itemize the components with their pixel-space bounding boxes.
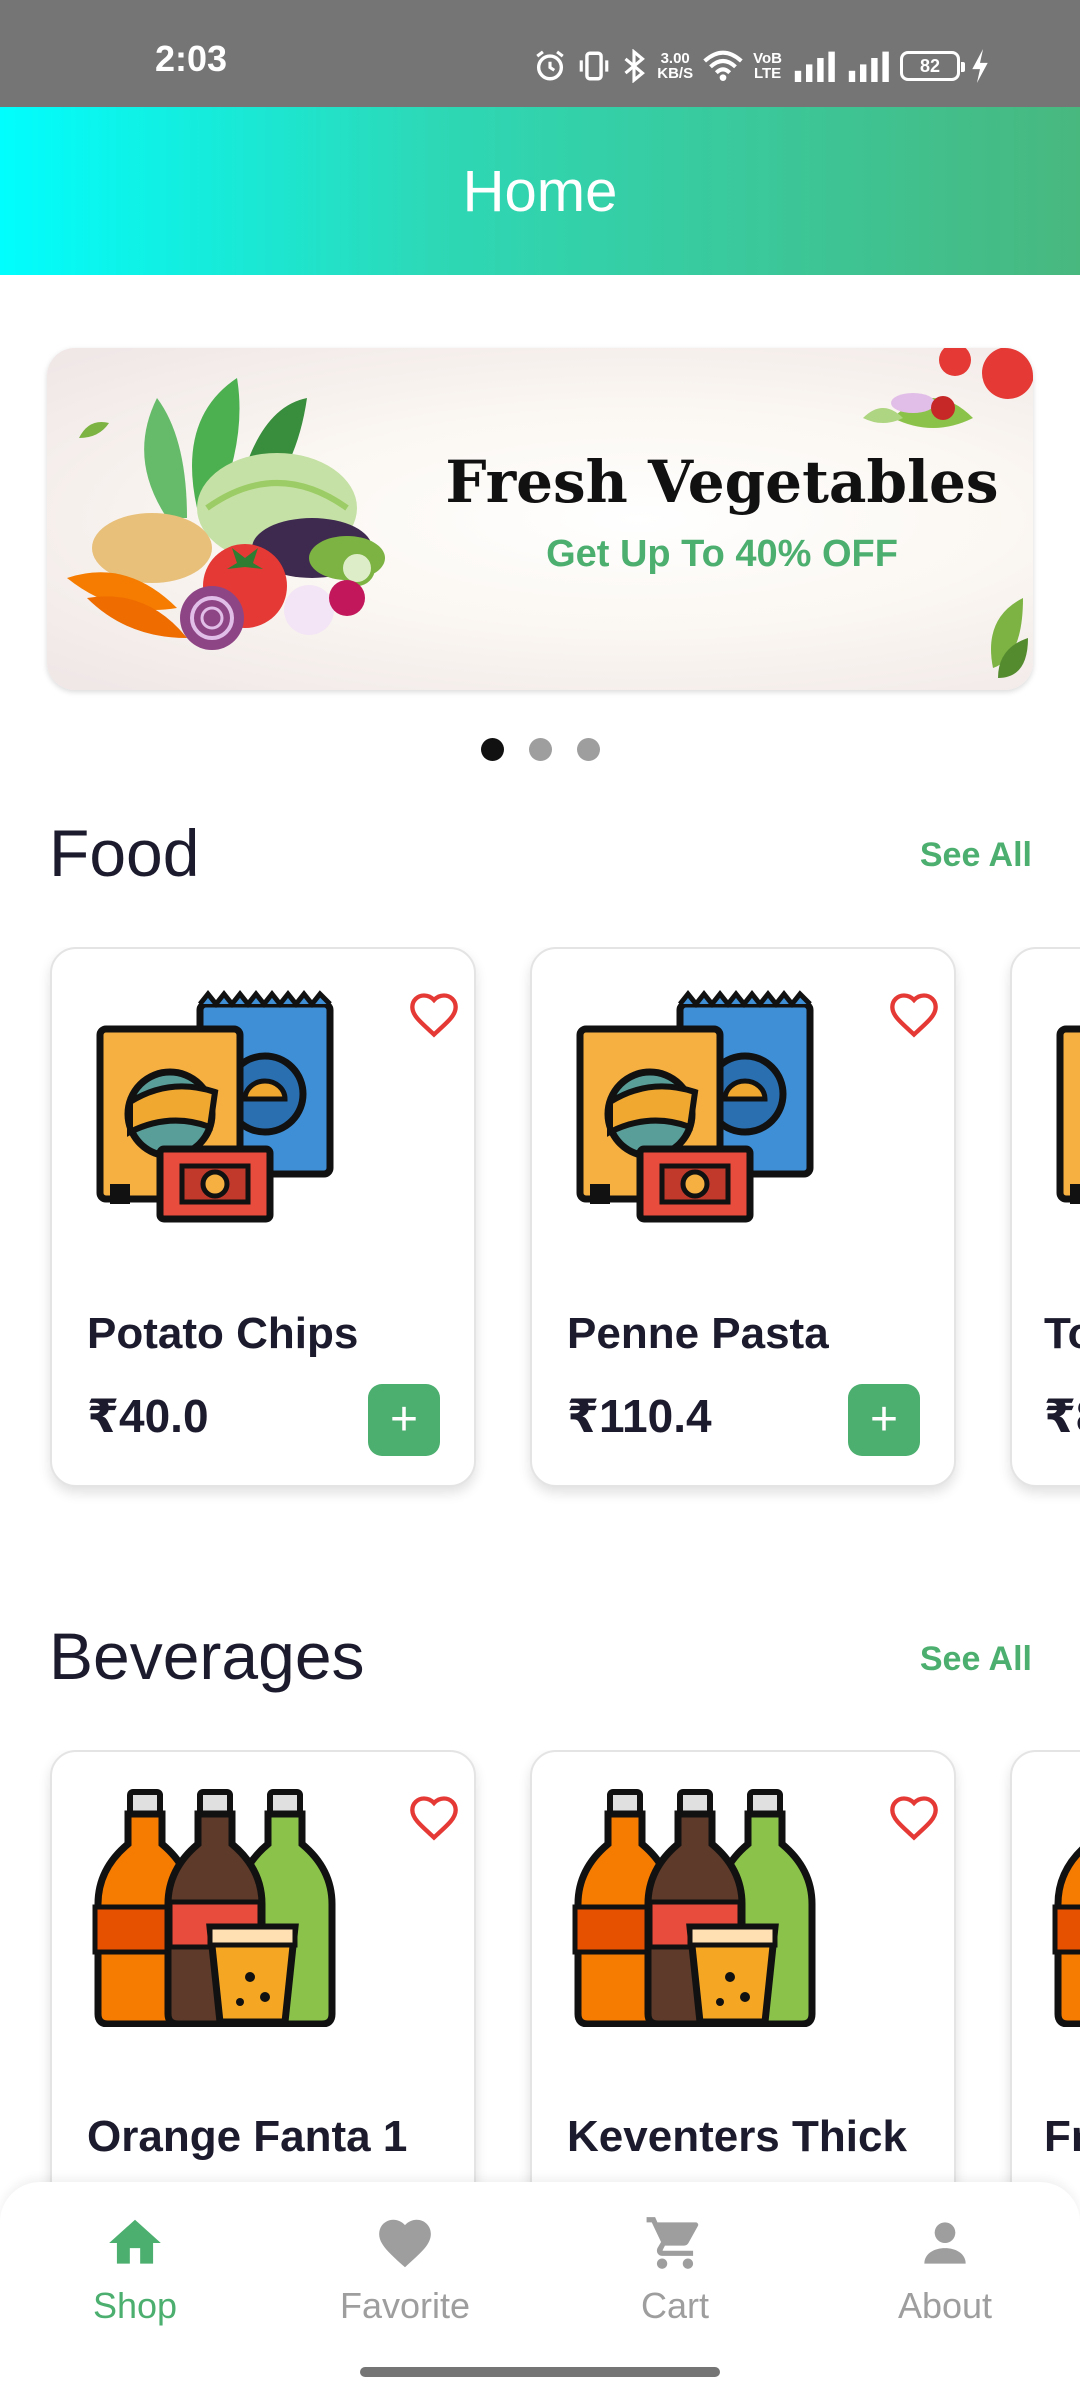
nav-item-shop[interactable]: Shop [35, 2212, 235, 2327]
add-to-cart-button[interactable]: + [368, 1384, 440, 1456]
section-title-food: Food [49, 816, 200, 890]
nav-item-cart[interactable]: Cart [575, 2212, 775, 2327]
nav-label: Favorite [339, 2285, 471, 2326]
plus-icon: + [389, 1393, 419, 1446]
volte-bottom: LTE [753, 65, 782, 82]
alarm-icon [533, 49, 567, 83]
cart-icon [644, 2212, 706, 2279]
see-all-beverages-link[interactable]: See All [920, 1640, 1032, 1679]
chips-icon [90, 984, 350, 1224]
charging-icon [970, 49, 990, 83]
product-name: Penne Pasta [567, 1309, 829, 1358]
bottles-icon [570, 1787, 830, 2027]
product-card[interactable]: Potato Chips ₹40.0 + [50, 947, 476, 1487]
nav-item-favorite[interactable]: Favorite [305, 2212, 505, 2327]
vibrate-icon [577, 49, 611, 83]
product-price: ₹110.4 [567, 1390, 712, 1442]
add-to-cart-button[interactable]: + [848, 1384, 920, 1456]
product-price: ₹8 [1044, 1390, 1080, 1442]
app-header: Home [0, 107, 1080, 275]
product-card[interactable]: Penne Pasta ₹110.4 + [530, 947, 956, 1487]
product-name: Keventers Thick [567, 2112, 907, 2161]
carousel-dot[interactable] [480, 738, 504, 761]
carousel-indicator[interactable] [0, 738, 1080, 761]
chips-icon [570, 984, 830, 1224]
nav-label: Shop [92, 2285, 178, 2326]
carousel-dot[interactable] [576, 738, 600, 761]
favorite-heart-icon[interactable] [406, 1792, 462, 1844]
wifi-icon [703, 49, 743, 83]
product-card[interactable]: To ₹8 [1010, 947, 1080, 1487]
home-icon [104, 2212, 166, 2279]
product-price: ₹40.0 [87, 1390, 209, 1442]
person-icon [914, 2212, 976, 2279]
vegetables-illustration [67, 378, 385, 650]
product-name: To [1044, 1309, 1080, 1358]
home-indicator[interactable] [360, 2367, 720, 2377]
signal-icon [792, 50, 836, 82]
status-bar: 2:03 3.00 KB/S VoB LTE 82 [0, 0, 1080, 107]
nav-item-about[interactable]: About [845, 2212, 1045, 2327]
banner-subtitle: Get Up To 40% OFF [546, 533, 898, 575]
banner-title: Fresh Vegetables [445, 448, 999, 516]
chips-icon [1050, 984, 1080, 1224]
network-speed-unit: KB/S [657, 65, 694, 82]
network-speed: 3.00 KB/S [657, 51, 693, 81]
status-time: 2:03 [155, 38, 228, 79]
favorite-heart-icon[interactable] [886, 1792, 942, 1844]
salad-decoration [863, 348, 1033, 678]
section-title-beverages: Beverages [49, 1619, 365, 1693]
promo-banner[interactable]: Fresh Vegetables Get Up To 40% OFF [47, 348, 1033, 690]
bluetooth-icon [621, 49, 647, 83]
volte-indicator: VoB LTE [753, 51, 782, 81]
nav-label: About [897, 2285, 993, 2326]
food-product-list[interactable]: Potato Chips ₹40.0 + Penne Pasta ₹110.4 … [0, 947, 1080, 1507]
carousel-dot[interactable] [528, 738, 552, 761]
bottles-icon [90, 1787, 350, 2027]
favorite-heart-icon[interactable] [886, 989, 942, 1041]
nav-label: Cart [640, 2285, 709, 2326]
signal-icon [846, 50, 890, 82]
bottles-icon [1050, 1787, 1080, 2027]
product-name: Potato Chips [87, 1309, 359, 1358]
battery-indicator: 82 [900, 51, 965, 81]
page-title: Home [462, 158, 618, 224]
heart-icon [374, 2212, 436, 2279]
product-name: Orange Fanta 1 [87, 2112, 408, 2161]
plus-icon: + [869, 1393, 899, 1446]
status-icons: 3.00 KB/S VoB LTE 82 [533, 44, 990, 88]
see-all-food-link[interactable]: See All [920, 836, 1032, 875]
favorite-heart-icon[interactable] [406, 989, 462, 1041]
product-name: Fr [1044, 2112, 1080, 2161]
